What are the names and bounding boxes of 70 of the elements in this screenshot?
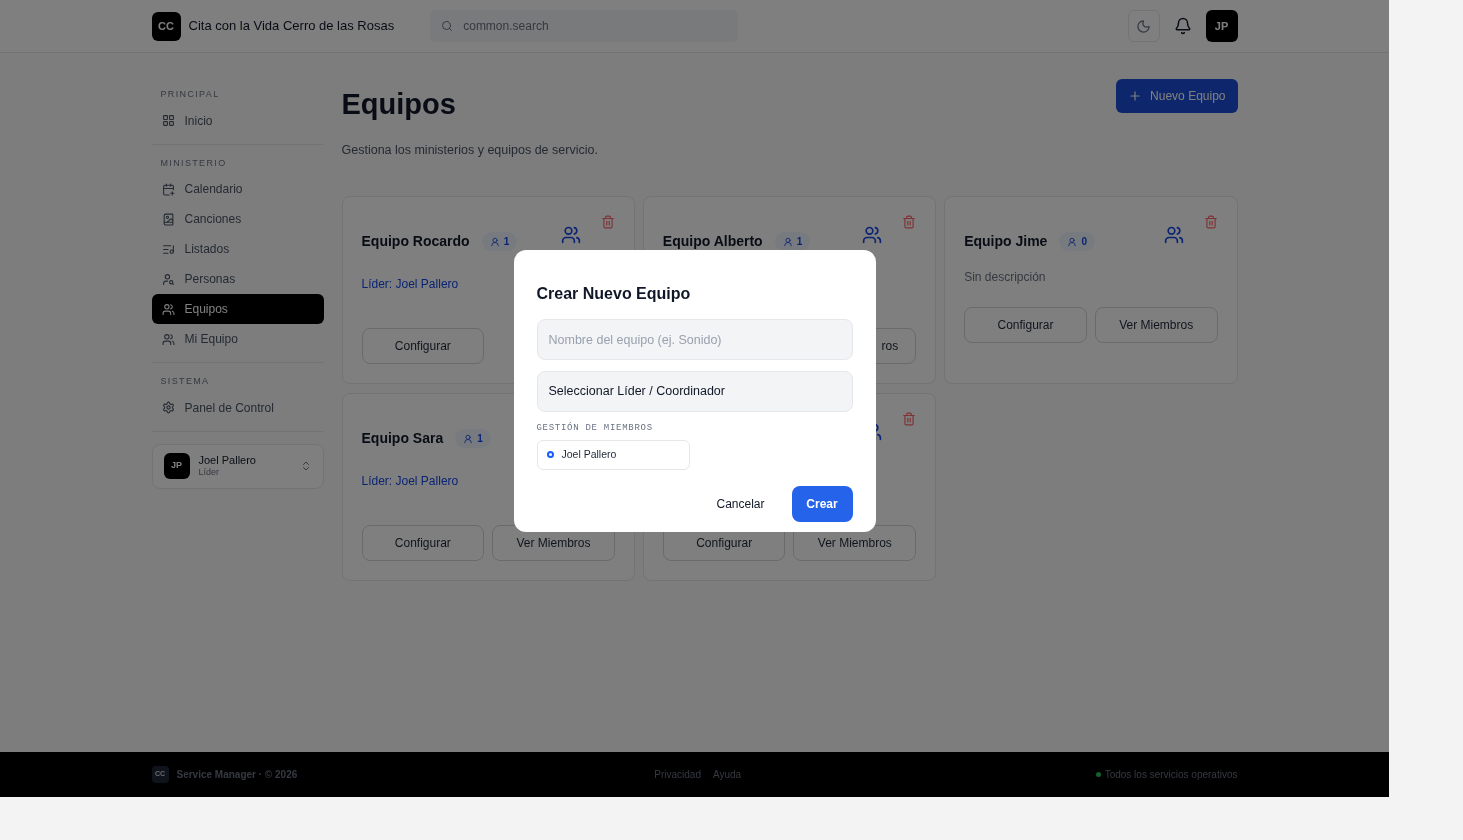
moon-icon — [1136, 18, 1151, 34]
nav-item[interactable]: Personas — [151, 264, 324, 294]
nav-item[interactable]: Canciones — [151, 204, 324, 234]
users-icon — [161, 332, 175, 346]
team-title: Equipo Sara — [361, 429, 444, 449]
notification-icon[interactable] — [1173, 17, 1192, 35]
card-button[interactable]: Ver Miembros — [1094, 307, 1218, 344]
member-count-badge: 1 — [481, 232, 518, 252]
cancel-button[interactable]: Cancelar — [703, 485, 778, 522]
trash-icon[interactable] — [902, 412, 917, 427]
user-name: Joel Pallero — [198, 453, 256, 468]
leader-link[interactable]: Líder: Joel Pallero — [361, 277, 459, 292]
logo: CC — [151, 11, 181, 41]
card-button[interactable]: Configurar — [361, 525, 485, 562]
trash-icon[interactable] — [600, 215, 615, 230]
member-count-badge: 0 — [1059, 232, 1095, 252]
users-icon[interactable] — [1163, 225, 1184, 246]
new-team-button[interactable]: Nuevo Equipo — [1116, 79, 1238, 113]
status-text: Todos los servicios operativos — [1104, 768, 1238, 782]
user-icon — [1067, 236, 1078, 247]
user-card[interactable]: JP Joel Pallero Líder — [151, 443, 324, 489]
users-icon — [161, 302, 175, 316]
page-title: Equipos — [341, 87, 456, 122]
team-title: Equipo Jime — [964, 232, 1048, 252]
book-icon — [161, 212, 175, 226]
user-avatar[interactable]: JP — [1205, 10, 1238, 42]
grid-icon — [161, 114, 175, 127]
card-button[interactable]: Configurar — [964, 307, 1087, 344]
nav-item[interactable]: Mi Equipo — [151, 324, 324, 354]
members-label: GESTIÓN DE MIEMBROS — [536, 422, 654, 435]
user-icon — [463, 433, 474, 444]
search-field[interactable]: common.search — [430, 10, 739, 42]
nav-item[interactable]: Equipos — [151, 294, 324, 324]
nav-item[interactable]: Panel de Control — [151, 392, 324, 423]
team-name-field[interactable]: Nombre del equipo (ej. Sonido) — [536, 319, 853, 360]
nav-item[interactable]: Inicio — [151, 105, 324, 136]
nav-item[interactable]: Listados — [151, 234, 324, 264]
create-button[interactable]: Crear — [791, 485, 853, 522]
leader-select[interactable]: Seleccionar Líder / Coordinador — [536, 371, 853, 412]
theme-toggle[interactable] — [1127, 10, 1160, 42]
nav-item[interactable]: Calendario — [151, 174, 324, 204]
user-icon — [489, 236, 500, 247]
member-option[interactable]: Joel Pallero — [536, 439, 690, 470]
list-icon — [161, 242, 175, 256]
team-title: Equipo Rocardo — [361, 232, 470, 252]
user-icon — [782, 236, 793, 247]
leader-link[interactable]: Líder: Joel Pallero — [361, 474, 459, 489]
users-icon[interactable] — [560, 225, 581, 246]
section-label: PRINCIPAL — [159, 88, 221, 101]
trash-icon[interactable] — [902, 215, 917, 230]
member-name: Joel Pallero — [561, 446, 617, 462]
user-search-icon — [161, 272, 175, 286]
section-label: MINISTERIO — [159, 156, 228, 170]
page-subtitle: Gestiona los ministerios y equipos de servicio. — [341, 141, 599, 159]
dialog-title: Crear Nuevo Equipo — [536, 284, 692, 304]
calendar-icon — [161, 182, 175, 196]
team-title: Equipo Alberto — [662, 232, 763, 252]
app-title: Cita con la Vida Cerro de las Rosas — [188, 17, 395, 36]
footer-brand: Service Manager · © 2026 — [176, 768, 298, 782]
user-avatar: JP — [163, 453, 190, 479]
member-count-badge: 1 — [455, 429, 491, 449]
user-role: Líder — [198, 467, 220, 479]
search-icon — [441, 20, 454, 32]
plus-icon — [1128, 89, 1143, 103]
card-button[interactable]: Configurar — [361, 328, 485, 365]
settings-icon — [161, 401, 175, 414]
section-label: SISTEMA — [159, 375, 211, 388]
users-icon[interactable] — [862, 225, 883, 246]
trash-icon[interactable] — [1203, 215, 1218, 230]
team-description: Sin descripción — [964, 270, 1046, 285]
